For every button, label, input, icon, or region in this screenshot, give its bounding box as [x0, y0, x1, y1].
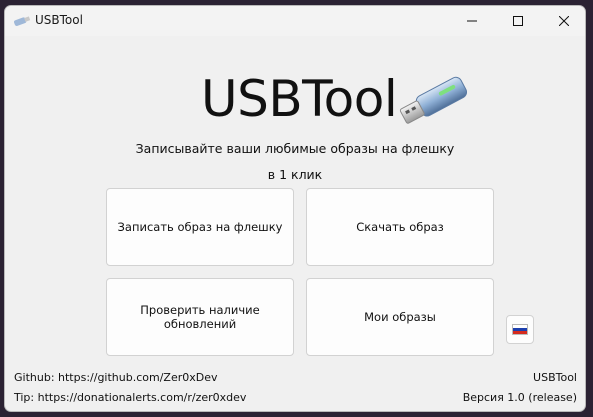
usb-flash-drive-icon: [399, 76, 468, 124]
app-name-label: USBTool: [533, 371, 577, 384]
hero-title: USBTool: [201, 70, 398, 128]
maximize-icon: [513, 16, 523, 26]
usb-app-icon: [14, 16, 31, 26]
language-button[interactable]: [506, 315, 534, 344]
window-title: USBTool: [35, 13, 83, 27]
write-image-button[interactable]: Записать образ на флешку: [106, 188, 294, 266]
version-label: Версия 1.0 (release): [462, 391, 577, 404]
tip-link[interactable]: Tip: https://donationalerts.com/r/zer0xd…: [14, 391, 246, 404]
close-icon: [559, 16, 569, 26]
tagline-line-2: в 1 клик: [267, 167, 323, 182]
check-updates-button[interactable]: Проверить наличие обновлений: [106, 278, 294, 356]
maximize-button[interactable]: [495, 6, 541, 36]
app-window: USBTool USBTool Записывайте ваши любимые…: [4, 5, 586, 412]
my-images-button[interactable]: Мои образы: [306, 278, 494, 356]
download-image-button[interactable]: Скачать образ: [306, 188, 494, 266]
close-button[interactable]: [541, 6, 585, 36]
github-link[interactable]: Github: https://github.com/Zer0xDev: [14, 371, 218, 384]
minimize-button[interactable]: [449, 6, 495, 36]
minimize-icon: [467, 20, 477, 22]
russia-flag-icon: [512, 324, 528, 335]
title-bar[interactable]: USBTool: [5, 6, 585, 36]
tagline-line-1: Записывайте ваши любимые образы на флешк…: [135, 141, 455, 156]
